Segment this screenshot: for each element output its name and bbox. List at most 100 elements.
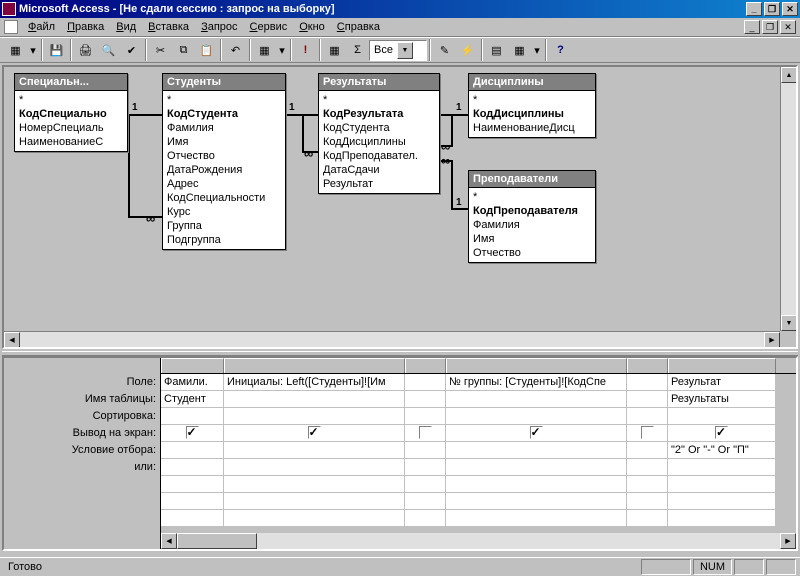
grid-cell[interactable] — [627, 425, 668, 442]
grid-cell[interactable] — [405, 459, 446, 476]
preview-button[interactable]: 🔍 — [97, 39, 120, 61]
newobject-button[interactable]: ▦ — [508, 39, 531, 61]
run-button[interactable]: ! — [294, 39, 317, 61]
table-field[interactable]: КодПреподавателя — [469, 204, 595, 218]
mdi-minimize-button[interactable]: _ — [744, 20, 760, 34]
table-field[interactable]: КодРезультата — [319, 107, 439, 121]
grid-cell[interactable] — [161, 493, 224, 510]
table-field[interactable]: КодДисциплины — [319, 135, 439, 149]
grid-cell[interactable] — [668, 459, 776, 476]
table-field[interactable]: Курс — [163, 205, 285, 219]
scroll-left-icon[interactable]: ◀ — [161, 533, 177, 549]
table-field[interactable]: * — [15, 93, 127, 107]
grid-cell[interactable] — [405, 476, 446, 493]
grid-cell[interactable] — [668, 493, 776, 510]
grid-cell[interactable] — [224, 442, 405, 459]
scroll-down-icon[interactable]: ▼ — [781, 315, 797, 331]
table-field[interactable]: НаименованиеДисц — [469, 121, 595, 135]
grid-column-header[interactable] — [446, 358, 627, 373]
grid-cell[interactable] — [627, 459, 668, 476]
menu-запрос[interactable]: Запрос — [195, 19, 243, 35]
grid-cell[interactable] — [446, 391, 627, 408]
table-field[interactable]: КодСтудента — [163, 107, 285, 121]
table-field[interactable]: * — [319, 93, 439, 107]
grid-horizontal-scrollbar[interactable]: ◀ ▶ — [161, 533, 796, 549]
table-header[interactable]: Специальн... — [15, 74, 127, 91]
horizontal-scrollbar[interactable]: ◀ ▶ — [4, 331, 780, 347]
build-button[interactable]: ⚡ — [456, 39, 479, 61]
grid-cell[interactable] — [668, 510, 776, 527]
topvalues-combo[interactable]: Все ▼ — [369, 40, 427, 61]
grid-column-header[interactable] — [668, 358, 776, 373]
grid-column-header[interactable] — [224, 358, 405, 373]
show-checkbox[interactable] — [530, 426, 543, 439]
table-prepodavateli[interactable]: Преподаватели *КодПреподавателяФамилияИм… — [468, 170, 596, 263]
scroll-right-icon[interactable]: ▶ — [764, 332, 780, 348]
menu-сервис[interactable]: Сервис — [244, 19, 294, 35]
table-specialnosti[interactable]: Специальн... *КодСпециальноНомерСпециаль… — [14, 73, 128, 152]
grid-cell[interactable] — [627, 493, 668, 510]
cut-button[interactable]: ✂ — [149, 39, 172, 61]
help-button[interactable]: ? — [549, 39, 572, 61]
paste-button[interactable]: 📋 — [195, 39, 218, 61]
mdi-restore-button[interactable]: ❐ — [762, 20, 778, 34]
table-field[interactable]: Имя — [163, 135, 285, 149]
table-field[interactable]: НомерСпециаль — [15, 121, 127, 135]
grid-column-header[interactable] — [161, 358, 224, 373]
grid-cell[interactable] — [668, 425, 776, 442]
mdi-document-icon[interactable] — [4, 20, 18, 34]
scroll-thumb[interactable] — [177, 533, 257, 549]
grid-cell[interactable] — [224, 476, 405, 493]
properties-button[interactable]: ✎ — [433, 39, 456, 61]
grid-cell[interactable] — [405, 408, 446, 425]
grid-cell[interactable] — [161, 408, 224, 425]
grid-cell[interactable] — [446, 459, 627, 476]
menu-вид[interactable]: Вид — [110, 19, 142, 35]
grid-cell[interactable] — [627, 442, 668, 459]
grid-cell[interactable] — [161, 510, 224, 527]
grid-cell[interactable] — [627, 374, 668, 391]
grid-cell[interactable]: Результат — [668, 374, 776, 391]
view-dropdown-button[interactable]: ▾ — [27, 39, 39, 61]
table-field[interactable]: КодПреподавател. — [319, 149, 439, 163]
grid-cell[interactable]: Фамили. — [161, 374, 224, 391]
scroll-up-icon[interactable]: ▲ — [781, 67, 797, 83]
table-header[interactable]: Дисциплины — [469, 74, 595, 91]
table-field[interactable]: КодСтудента — [319, 121, 439, 135]
grid-cell[interactable] — [224, 510, 405, 527]
print-button[interactable]: 🖨 — [74, 39, 97, 61]
mdi-close-button[interactable]: ✕ — [780, 20, 796, 34]
table-field[interactable]: ДатаРождения — [163, 163, 285, 177]
grid-cell[interactable] — [627, 476, 668, 493]
table-header[interactable]: Студенты — [163, 74, 285, 91]
show-checkbox[interactable] — [715, 426, 728, 439]
grid-cell[interactable] — [446, 408, 627, 425]
querytype-dropdown-button[interactable]: ▾ — [276, 39, 288, 61]
table-field[interactable]: Адрес — [163, 177, 285, 191]
showtable-button[interactable]: ▦ — [323, 39, 346, 61]
grid-cell[interactable] — [161, 459, 224, 476]
grid-cell[interactable]: "2" Or "-" Or "П" — [668, 442, 776, 459]
table-field[interactable]: Отчество — [163, 149, 285, 163]
table-discipliny[interactable]: Дисциплины *КодДисциплиныНаименованиеДис… — [468, 73, 596, 138]
menu-справка[interactable]: Справка — [331, 19, 386, 35]
table-field[interactable]: Отчество — [469, 246, 595, 260]
menu-файл[interactable]: Файл — [22, 19, 61, 35]
grid-cell[interactable]: Инициалы: Left([Студенты]![Им — [224, 374, 405, 391]
grid-cell[interactable] — [224, 408, 405, 425]
newobject-dropdown-button[interactable]: ▾ — [531, 39, 543, 61]
show-checkbox[interactable] — [308, 426, 321, 439]
view-button[interactable]: ▦ — [4, 39, 27, 61]
grid-cell[interactable] — [446, 493, 627, 510]
table-field[interactable]: НаименованиеС — [15, 135, 127, 149]
save-button[interactable]: 💾 — [45, 39, 68, 61]
table-header[interactable]: Результаты — [319, 74, 439, 91]
grid-cell[interactable] — [668, 476, 776, 493]
menu-вставка[interactable]: Вставка — [142, 19, 195, 35]
grid-cell[interactable] — [161, 425, 224, 442]
table-header[interactable]: Преподаватели — [469, 171, 595, 188]
grid-cell[interactable] — [627, 408, 668, 425]
grid-cell[interactable] — [446, 442, 627, 459]
grid-cell[interactable] — [405, 374, 446, 391]
spell-button[interactable]: ✔ — [120, 39, 143, 61]
